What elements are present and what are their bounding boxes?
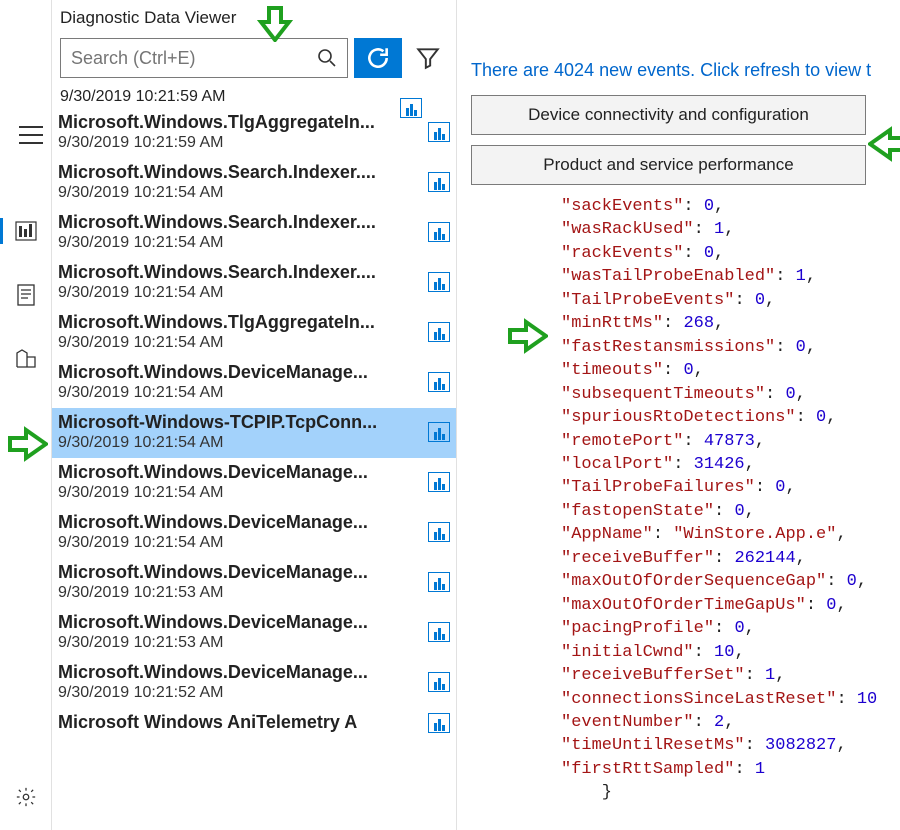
category-product-performance[interactable]: Product and service performance xyxy=(471,145,866,185)
search-icon xyxy=(317,48,337,68)
rail-problem-reports[interactable] xyxy=(6,278,46,312)
event-name: Microsoft.Windows.DeviceManage... xyxy=(58,512,422,533)
rail-settings[interactable] xyxy=(6,780,46,814)
refresh-button[interactable] xyxy=(354,38,402,78)
event-row[interactable]: Microsoft.Windows.DeviceManage...9/30/20… xyxy=(52,358,456,408)
event-timestamp: 9/30/2019 10:21:53 AM xyxy=(58,634,422,652)
event-timestamp: 9/30/2019 10:21:59 AM xyxy=(58,134,422,152)
chart-icon[interactable] xyxy=(428,522,450,542)
event-name: Microsoft Windows AniTelemetry A xyxy=(58,712,422,733)
chart-icon[interactable] xyxy=(428,272,450,292)
event-timestamp: 9/30/2019 10:21:53 AM xyxy=(58,584,422,602)
event-timestamp: 9/30/2019 10:21:54 AM xyxy=(58,284,422,302)
chart-icon[interactable] xyxy=(428,572,450,592)
event-list: Microsoft.Windows.TlgAggregateIn...9/30/… xyxy=(52,108,456,830)
event-timestamp: 9/30/2019 10:21:54 AM xyxy=(58,234,422,252)
event-name: Microsoft.Windows.DeviceManage... xyxy=(58,462,422,483)
event-timestamp: 9/30/2019 10:21:54 AM xyxy=(58,384,422,402)
chart-icon[interactable] xyxy=(428,472,450,492)
category-device-connectivity[interactable]: Device connectivity and configuration xyxy=(471,95,866,135)
event-name: Microsoft.Windows.Search.Indexer.... xyxy=(58,212,422,233)
chart-icon[interactable] xyxy=(428,322,450,342)
chart-icon[interactable] xyxy=(428,172,450,192)
rail-events[interactable] xyxy=(6,214,46,248)
event-name: Microsoft.Windows.Search.Indexer.... xyxy=(58,162,422,183)
event-row[interactable]: Microsoft.Windows.Search.Indexer....9/30… xyxy=(52,158,456,208)
chart-icon[interactable] xyxy=(428,672,450,692)
event-name: Microsoft.Windows.DeviceManage... xyxy=(58,562,422,583)
event-row[interactable]: Microsoft.Windows.DeviceManage...9/30/20… xyxy=(52,508,456,558)
event-timestamp: 9/30/2019 10:21:54 AM xyxy=(58,434,422,452)
chart-icon[interactable] xyxy=(428,713,450,733)
event-name: Microsoft.Windows.Search.Indexer.... xyxy=(58,262,422,283)
event-row[interactable]: Microsoft.Windows.TlgAggregateIn...9/30/… xyxy=(52,308,456,358)
chart-icon[interactable] xyxy=(428,372,450,392)
chart-icon[interactable] xyxy=(428,222,450,242)
json-detail: "sackEvents": 0, "wasRackUsed": 1, "rack… xyxy=(471,195,900,805)
event-timestamp: 9/30/2019 10:21:54 AM xyxy=(58,184,422,202)
filter-button[interactable] xyxy=(408,38,448,78)
rail-about-data[interactable] xyxy=(6,342,46,376)
nav-rail xyxy=(0,0,52,830)
search-box[interactable] xyxy=(60,38,348,78)
chart-icon[interactable] xyxy=(428,122,450,142)
event-row[interactable]: Microsoft.Windows.TlgAggregateIn...9/30/… xyxy=(52,108,456,158)
event-row[interactable]: Microsoft.Windows.DeviceManage...9/30/20… xyxy=(52,608,456,658)
event-row[interactable]: Microsoft.Windows.Search.Indexer....9/30… xyxy=(52,258,456,308)
event-timestamp: 9/30/2019 10:21:54 AM xyxy=(58,334,422,352)
event-row[interactable]: Microsoft-Windows-TCPIP.TcpConn...9/30/2… xyxy=(52,408,456,458)
detail-pane: There are 4024 new events. Click refresh… xyxy=(457,0,900,830)
event-name: Microsoft.Windows.TlgAggregateIn... xyxy=(58,112,422,133)
event-name: Microsoft.Windows.TlgAggregateIn... xyxy=(58,312,422,333)
event-row[interactable]: Microsoft.Windows.DeviceManage...9/30/20… xyxy=(52,458,456,508)
search-input[interactable] xyxy=(71,48,317,69)
new-events-banner[interactable]: There are 4024 new events. Click refresh… xyxy=(471,60,900,81)
chart-icon[interactable] xyxy=(428,622,450,642)
event-timestamp[interactable]: 9/30/2019 10:21:59 AM xyxy=(52,84,456,108)
event-name: Microsoft.Windows.DeviceManage... xyxy=(58,362,422,383)
app-title: Diagnostic Data Viewer xyxy=(52,0,456,32)
event-row[interactable]: Microsoft Windows AniTelemetry A xyxy=(52,708,456,739)
event-timestamp: 9/30/2019 10:21:54 AM xyxy=(58,534,422,552)
event-list-pane: Diagnostic Data Viewer 9/30/2019 10:21:5… xyxy=(52,0,457,830)
event-row[interactable]: Microsoft.Windows.Search.Indexer....9/30… xyxy=(52,208,456,258)
chart-icon[interactable] xyxy=(428,422,450,442)
event-row[interactable]: Microsoft.Windows.DeviceManage...9/30/20… xyxy=(52,658,456,708)
hamburger-menu[interactable] xyxy=(11,118,51,152)
event-name: Microsoft.Windows.DeviceManage... xyxy=(58,662,422,683)
event-name: Microsoft.Windows.DeviceManage... xyxy=(58,612,422,633)
event-name: Microsoft-Windows-TCPIP.TcpConn... xyxy=(58,412,422,433)
event-timestamp: 9/30/2019 10:21:54 AM xyxy=(58,484,422,502)
event-timestamp: 9/30/2019 10:21:52 AM xyxy=(58,684,422,702)
event-row[interactable]: Microsoft.Windows.DeviceManage...9/30/20… xyxy=(52,558,456,608)
